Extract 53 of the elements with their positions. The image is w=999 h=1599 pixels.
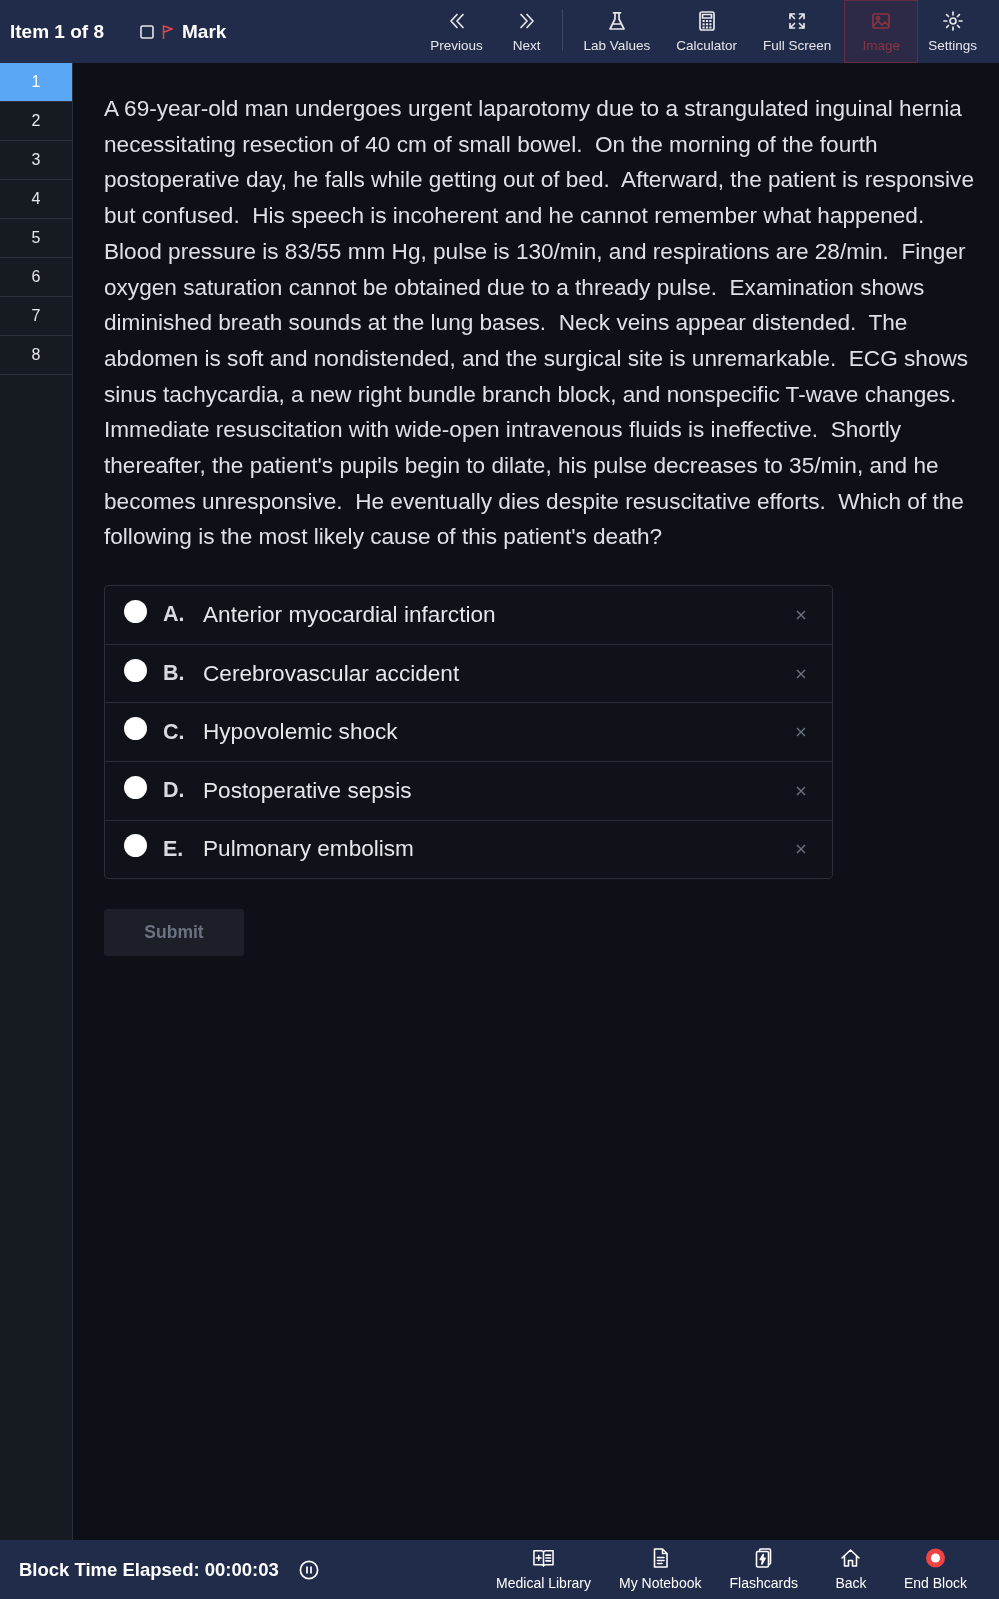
home-icon (840, 1548, 862, 1568)
question-number-item[interactable]: 7 (0, 297, 72, 336)
full-screen-button[interactable]: Full Screen (749, 0, 845, 63)
lab-values-button[interactable]: Lab Values (570, 0, 664, 63)
flask-icon (606, 10, 627, 31)
next-button[interactable]: Next (497, 0, 556, 63)
option-letter: B. (163, 661, 186, 687)
option-text[interactable]: Anterior myocardial infarction (203, 601, 496, 628)
question-text: A 69-year-old man undergoes urgent laparotomy due to a strangulated inguinal hernia necessitating resection of 40 cm of small bowel. On the morning of the fourth postoperative day, he falls while getting out of bed. Afterward, the patient is responsive but confused. His speech is incoherent and he cannot remember what happened. Blood pressure is 83/55 mm Hg, pulse is 130/min, and respirations are 28/min. Finger oxygen saturation cannot be obtained due to a thready pulse. Examination shows diminished breath sounds at the lung bases. Neck veins appear distended. The abdomen is soft and nondistended, and the surgical site is unremarkable. ECG shows sinus tachycardia, a new right bundle branch block, and nonspecific T-wave changes. Immediate resuscitation with wide-open intravenous fluids is ineffective. Shortly thereafter, the patient's pupils begin to dilate, his pulse decreases to 35/min, and he becomes unresponsive. He eventually dies despite resuscitative efforts. Which of the following is the most likely cause of this patient's death? (104, 95, 975, 552)
expand-arrows-icon (787, 10, 808, 31)
back-button[interactable]: Back (811, 1540, 890, 1599)
settings-button[interactable]: Settings (918, 0, 987, 63)
radio-button[interactable] (124, 834, 147, 858)
question-number-item[interactable]: 2 (0, 102, 72, 141)
cross-icon[interactable] (796, 609, 806, 620)
pause-icon[interactable] (298, 1559, 319, 1580)
notebook-button[interactable]: My Notebook (605, 1540, 716, 1599)
radio-button[interactable] (124, 775, 147, 799)
option-letter: C. (163, 719, 186, 745)
question-number-item[interactable]: 6 (0, 258, 72, 297)
image-icon (871, 10, 892, 31)
option-text[interactable]: Pulmonary embolism (203, 836, 414, 863)
block-timer: Block Time Elapsed: 00:00:03 (19, 1558, 279, 1581)
mark-checkbox[interactable] (140, 24, 154, 39)
cross-icon[interactable] (796, 727, 806, 738)
record-icon (924, 1548, 946, 1568)
settings-icon (942, 10, 963, 31)
item-counter: Item 1 of 8 (10, 20, 104, 43)
question-number-item[interactable]: 3 (0, 141, 72, 180)
end-block-button[interactable]: End Block (889, 1540, 981, 1599)
flashcards-button[interactable]: Flashcards (715, 1540, 812, 1599)
option-text[interactable]: Hypovolemic shock (203, 719, 398, 746)
option-letter: D. (163, 778, 186, 804)
flag-icon (162, 23, 173, 40)
cross-icon[interactable] (796, 668, 806, 679)
radio-button[interactable] (124, 717, 147, 741)
radio-button[interactable] (124, 658, 147, 682)
option-letter: A. (163, 602, 186, 628)
mark-label[interactable]: Mark (182, 20, 227, 43)
cross-icon[interactable] (796, 785, 806, 796)
option-text[interactable]: Postoperative sepsis (203, 777, 412, 804)
question-number-item[interactable]: 8 (0, 336, 72, 375)
medical-library-button[interactable]: Medical Library (482, 1540, 605, 1599)
calculator-icon (696, 10, 717, 31)
previous-button[interactable]: Previous (415, 0, 498, 63)
calculator-button[interactable]: Calculator (663, 0, 750, 63)
option-letter: E. (163, 836, 185, 862)
book-icon (533, 1548, 555, 1568)
question-number-item[interactable]: 5 (0, 219, 72, 258)
cross-icon[interactable] (796, 844, 806, 855)
question-number-item[interactable]: 4 (0, 180, 72, 219)
radio-button[interactable] (124, 599, 147, 623)
option-text[interactable]: Cerebrovascular accident (203, 660, 460, 687)
